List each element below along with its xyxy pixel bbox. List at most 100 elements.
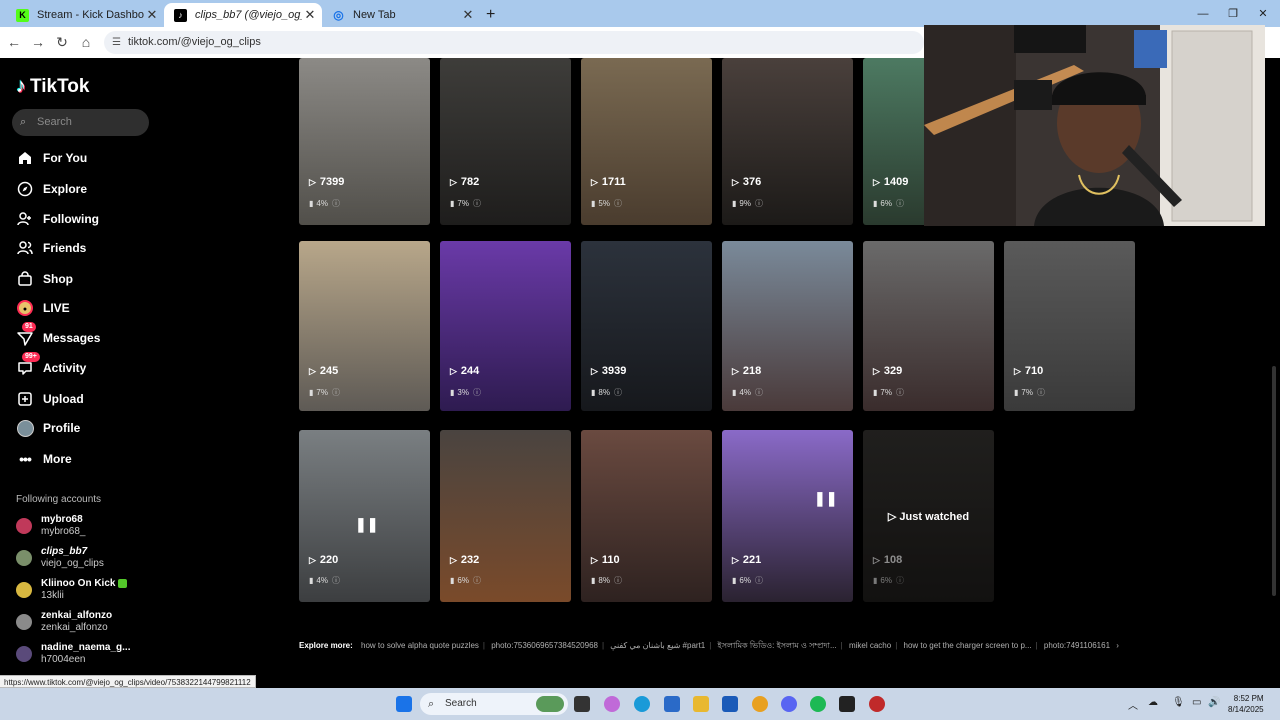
- restore-icon[interactable]: ❐: [1218, 0, 1248, 27]
- info-icon[interactable]: ⓘ: [755, 198, 763, 209]
- outlook-icon[interactable]: [722, 696, 738, 712]
- info-icon[interactable]: ⓘ: [1037, 387, 1045, 398]
- minimize-icon[interactable]: —: [1188, 0, 1218, 27]
- info-icon[interactable]: ⓘ: [332, 387, 340, 398]
- store-icon[interactable]: [664, 696, 680, 712]
- info-icon[interactable]: ⓘ: [614, 575, 622, 586]
- video-card[interactable]: ▷ 221 ▮ 6% ⓘ ❚❚: [722, 430, 853, 602]
- reload-icon[interactable]: ↻: [52, 33, 72, 51]
- terminal-icon[interactable]: [839, 696, 855, 712]
- info-icon[interactable]: ⓘ: [614, 387, 622, 398]
- windows-start-icon[interactable]: [396, 696, 412, 712]
- pause-icon[interactable]: ❚❚: [814, 490, 837, 507]
- sidebar-item-following[interactable]: Following: [16, 209, 99, 229]
- clock[interactable]: 8:52 PM 8/14/2025: [1228, 693, 1264, 715]
- spotify-icon[interactable]: [810, 696, 826, 712]
- forward-icon[interactable]: →: [28, 33, 48, 51]
- chrome-icon[interactable]: [752, 696, 768, 712]
- video-card[interactable]: ▷ 220 ▮ 4% ⓘ ❚❚: [299, 430, 430, 602]
- info-icon[interactable]: ⓘ: [896, 387, 904, 398]
- sidebar-item-shop[interactable]: Shop: [16, 269, 73, 289]
- video-card[interactable]: ▷ 710 ▮ 7% ⓘ: [1004, 241, 1135, 411]
- following-account[interactable]: clips_bb7 viejo_og_clips: [16, 545, 104, 571]
- cloud-icon[interactable]: ☁: [1148, 697, 1158, 708]
- info-icon[interactable]: ⓘ: [755, 387, 763, 398]
- tab-kick-dashboard[interactable]: K Stream - Kick Dashboard ✕: [6, 3, 164, 27]
- file-explorer-icon[interactable]: [693, 696, 709, 712]
- close-window-icon[interactable]: ✕: [1248, 0, 1278, 27]
- sidebar-item-profile[interactable]: Profile: [16, 418, 80, 438]
- info-icon[interactable]: ⓘ: [755, 575, 763, 586]
- explore-link[interactable]: ইসলামিক ভিডিও: ইসলাম ও সম্প্রদা...: [718, 641, 837, 650]
- home-icon[interactable]: ⌂: [76, 33, 96, 51]
- video-card[interactable]: ▷ 782 ▮ 7% ⓘ: [440, 58, 571, 225]
- edge-icon[interactable]: [634, 696, 650, 712]
- speaker-icon[interactable]: 🔊: [1208, 697, 1220, 708]
- sidebar-item-messages[interactable]: 91 Messages: [16, 322, 100, 348]
- video-card[interactable]: ▷ 232 ▮ 6% ⓘ: [440, 430, 571, 602]
- close-icon[interactable]: ✕: [302, 7, 318, 23]
- video-card[interactable]: ▷ 1711 ▮ 5% ⓘ: [581, 58, 712, 225]
- discord-icon[interactable]: [781, 696, 797, 712]
- monitor-icon[interactable]: ▭: [1192, 697, 1201, 708]
- sidebar-item-upload[interactable]: Upload: [16, 389, 84, 409]
- sidebar-item-more[interactable]: ••• More: [16, 449, 72, 469]
- pause-icon[interactable]: ❚❚: [355, 516, 378, 533]
- info-icon[interactable]: ⓘ: [473, 575, 481, 586]
- search-input[interactable]: ⌕ Search: [12, 109, 149, 136]
- explore-link[interactable]: how to solve alpha quote puzzles: [361, 641, 479, 650]
- kick-icon: K: [16, 8, 29, 22]
- info-icon[interactable]: ⓘ: [896, 198, 904, 209]
- video-card[interactable]: ▷ 3939 ▮ 8% ⓘ: [581, 241, 712, 411]
- copilot-icon[interactable]: [604, 696, 620, 712]
- video-card[interactable]: ▷ 244 ▮ 3% ⓘ: [440, 241, 571, 411]
- back-icon[interactable]: ←: [4, 33, 24, 51]
- info-icon[interactable]: ⓘ: [473, 387, 481, 398]
- info-icon[interactable]: ⓘ: [614, 198, 622, 209]
- sidebar-item-activity[interactable]: 99+ Activity: [16, 352, 86, 378]
- explore-link[interactable]: photo:7491106161: [1044, 641, 1110, 650]
- info-icon[interactable]: ⓘ: [332, 575, 340, 586]
- chevron-up-icon[interactable]: ︿: [1128, 697, 1138, 712]
- video-card[interactable]: ▷ 329 ▮ 7% ⓘ: [863, 241, 994, 411]
- video-card[interactable]: ▷ 376 ▮ 9% ⓘ: [722, 58, 853, 225]
- mic-icon[interactable]: 🎙: [1172, 697, 1185, 708]
- info-icon[interactable]: ⓘ: [473, 198, 481, 209]
- following-account[interactable]: nadine_naema_g... h7004een: [16, 641, 130, 667]
- sidebar-item-for-you[interactable]: For You: [16, 148, 87, 168]
- close-icon[interactable]: ✕: [144, 7, 160, 23]
- following-account[interactable]: Kliinoo On Kick 13klii: [16, 577, 128, 603]
- chevron-right-icon[interactable]: ›: [1116, 641, 1119, 650]
- following-account[interactable]: zenkai_alfonzo zenkai_alfonzo: [16, 609, 112, 635]
- more-icon: •••: [19, 451, 32, 467]
- explore-link[interactable]: mikel cacho: [849, 641, 891, 650]
- tiktok-logo[interactable]: ♪ TikTok: [16, 75, 89, 98]
- explore-link[interactable]: photo:7536069657384520968: [491, 641, 598, 650]
- engagement: ▮ 9% ⓘ: [732, 198, 763, 209]
- play-icon: ▷: [873, 554, 880, 565]
- site-info-icon[interactable]: ☰: [112, 31, 121, 54]
- sidebar-item-live[interactable]: ● LIVE: [16, 298, 70, 318]
- video-card[interactable]: ▷ 7399 ▮ 4% ⓘ: [299, 58, 430, 225]
- following-account[interactable]: mybro68 mybro68_: [16, 513, 85, 539]
- explore-link[interactable]: شيع باشنان مي كفنې #part1: [610, 641, 705, 650]
- url-field[interactable]: ☰ tiktok.com/@viejo_og_clips: [104, 31, 924, 54]
- tab-tiktok-profile[interactable]: ♪ clips_bb7 (@viejo_og_clips) | T ✕: [164, 3, 322, 27]
- video-card[interactable]: ▷ 245 ▮ 7% ⓘ: [299, 241, 430, 411]
- task-view-icon[interactable]: [574, 696, 590, 712]
- explore-link[interactable]: how to get the charger screen to p...: [904, 641, 1032, 650]
- video-card[interactable]: ▷ 218 ▮ 4% ⓘ: [722, 241, 853, 411]
- widgets-icon[interactable]: [536, 696, 564, 712]
- sidebar-item-explore[interactable]: Explore: [16, 179, 87, 199]
- info-icon[interactable]: ⓘ: [896, 575, 904, 586]
- sidebar-item-label: More: [43, 452, 72, 466]
- app-icon[interactable]: [869, 696, 885, 712]
- tab-new-tab[interactable]: ◎ New Tab ✕: [322, 3, 480, 27]
- close-icon[interactable]: ✕: [460, 7, 476, 23]
- video-card[interactable]: ▷ 110 ▮ 8% ⓘ: [581, 430, 712, 602]
- new-tab-button[interactable]: +: [480, 3, 504, 27]
- sidebar-item-friends[interactable]: Friends: [16, 238, 86, 258]
- scrollbar[interactable]: [1272, 366, 1276, 596]
- sidebar-item-label: Friends: [43, 241, 87, 255]
- info-icon[interactable]: ⓘ: [332, 198, 340, 209]
